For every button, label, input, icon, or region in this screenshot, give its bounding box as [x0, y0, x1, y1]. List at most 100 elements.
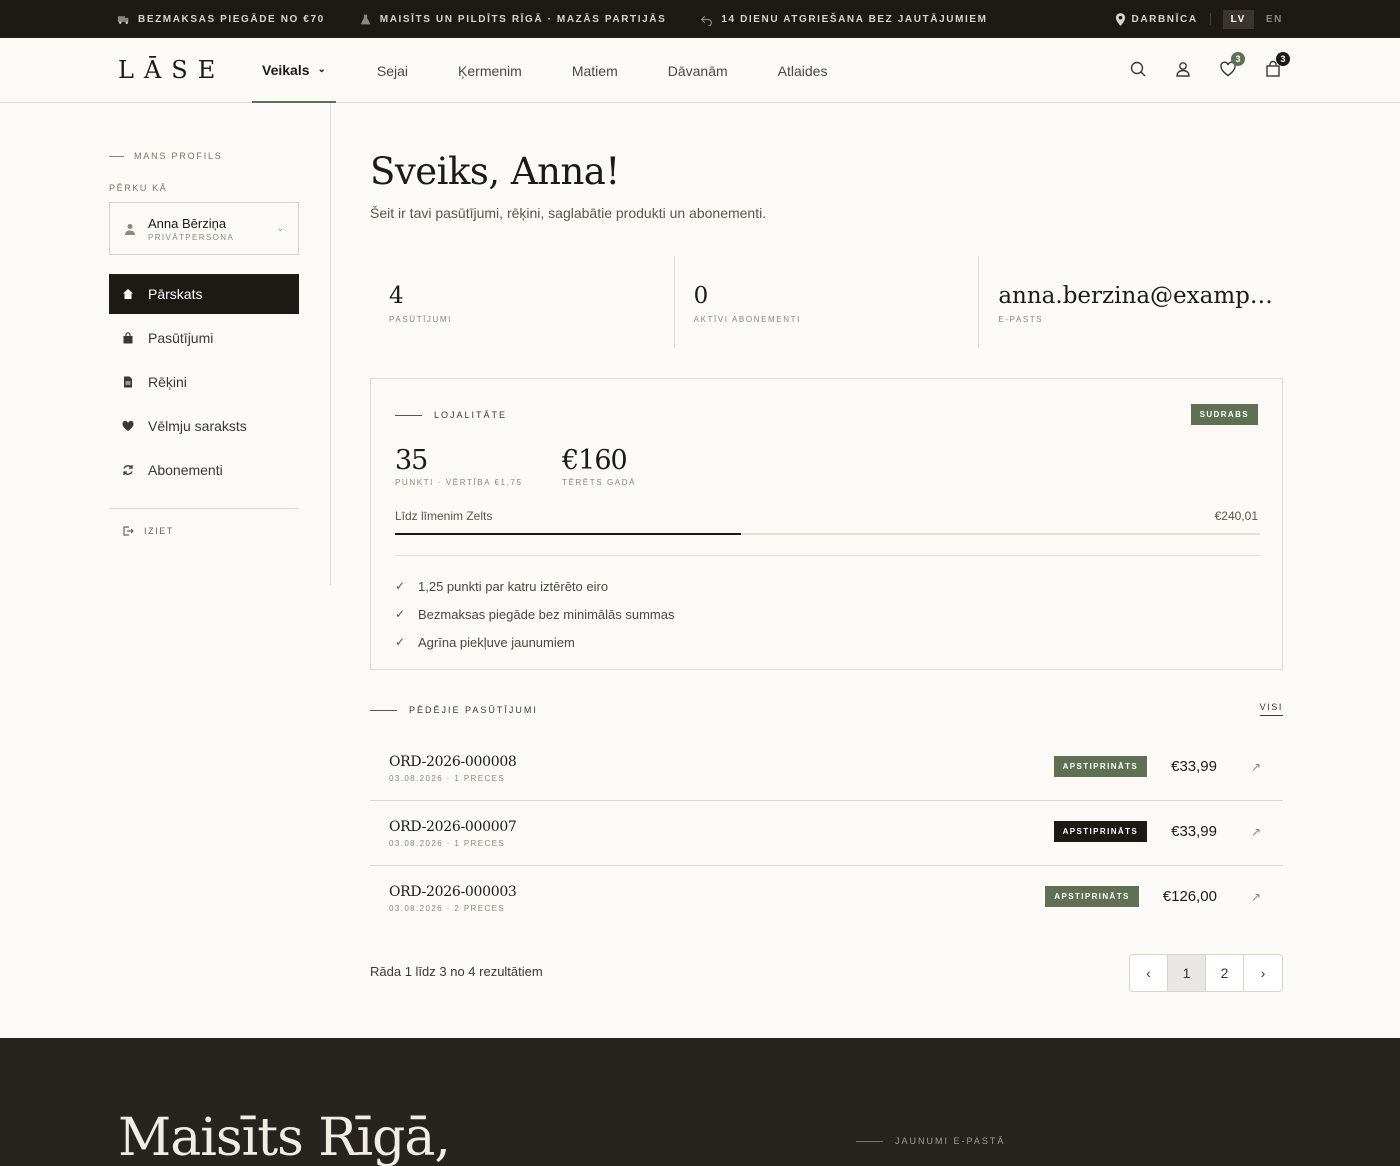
- view-all-orders-link[interactable]: VISI: [1259, 702, 1283, 716]
- home-icon: [123, 289, 133, 299]
- lang-en[interactable]: EN: [1266, 14, 1283, 25]
- nav-hair[interactable]: Matiem: [547, 38, 643, 103]
- profile-type: PRIVĀTPERSONA: [148, 232, 235, 242]
- stat-orders: 4 PASŪTĪJUMI: [370, 256, 675, 348]
- footer-headline: Maisīts Rīgā,: [118, 1108, 451, 1166]
- status-badge: APSTIPRINĀTS: [1045, 886, 1139, 907]
- workshop-link[interactable]: DARBNĪCA: [1115, 12, 1198, 26]
- profile-name: Anna Bērziņa: [148, 215, 227, 231]
- bag-icon: [123, 332, 133, 344]
- logo[interactable]: LĀSE: [118, 56, 225, 84]
- label-dash: [856, 1140, 883, 1142]
- wishlist-button[interactable]: 3: [1219, 52, 1245, 80]
- sidebar-item-invoices[interactable]: Rēķini: [109, 362, 299, 402]
- chevron-left-icon: ‹: [1146, 965, 1151, 981]
- account-sidebar: MANS PROFILS PĒRKU KĀ Anna Bērziņa PRIVĀ…: [109, 103, 331, 585]
- status-badge: APSTIPRINĀTS: [1053, 756, 1148, 777]
- list-item: ✓ Bezmaksas piegāde bez minimālās summas: [395, 606, 675, 622]
- check-icon: ✓: [395, 607, 406, 621]
- page-subtitle: Šeit ir tavi pasūtījumi, rēķini, saglabā…: [370, 205, 767, 221]
- nav-shop[interactable]: Veikals ⌄: [252, 38, 336, 103]
- order-meta: 03.08.2026 · 2 PRECES: [389, 904, 506, 913]
- arrow-up-right-icon[interactable]: ↗: [1251, 890, 1261, 904]
- lang-lv[interactable]: LV: [1222, 9, 1254, 29]
- prev-page-button[interactable]: ‹: [1130, 955, 1168, 991]
- sidebar-item-orders[interactable]: Pasūtījumi: [109, 318, 299, 358]
- search-icon: [1130, 61, 1146, 77]
- recent-orders-title: PĒDĒJIE PASŪTĪJUMI: [370, 705, 1283, 715]
- list-item: ✓ Agrīna piekļuve jaunumiem: [395, 634, 575, 650]
- results-count: Rāda 1 līdz 3 no 4 rezultātiem: [370, 964, 543, 979]
- status-badge: APSTIPRINĀTS: [1053, 821, 1148, 842]
- order-price: €33,99: [1171, 823, 1217, 840]
- account-menu: Pārskats Pasūtījumi Rēķini Vēlmju saraks…: [109, 274, 299, 494]
- loyalty-card: LOJALITĀTE SUDRABS 35 PUNKTI · VĒRTĪBA €…: [370, 378, 1283, 670]
- progress-fill: [395, 533, 741, 535]
- cart-button[interactable]: 3: [1264, 52, 1290, 80]
- label-dash: [109, 155, 124, 157]
- perks-list: ✓ 1,25 punkti par katru iztērēto eiro ✓ Be…: [395, 572, 675, 656]
- page-2-button[interactable]: 2: [1206, 955, 1244, 991]
- arrow-up-right-icon[interactable]: ↗: [1251, 760, 1261, 774]
- table-row[interactable]: ORD-2026-000003 03.08.2026 · 2 PRECES AP…: [370, 866, 1283, 931]
- order-price: €126,00: [1162, 888, 1217, 905]
- logout-button[interactable]: IZIET: [122, 525, 174, 537]
- loyalty-divider: [395, 555, 1260, 556]
- label-dash: [370, 709, 397, 711]
- sidebar-item-subscriptions[interactable]: Abonementi: [109, 450, 299, 490]
- nav-sale[interactable]: Atlaides: [753, 38, 853, 103]
- order-meta: 03.08.2026 · 1 PRECES: [389, 774, 506, 783]
- loyalty-spent: €160 TĒRĒTS GADĀ: [562, 445, 637, 487]
- progress-bar: [395, 533, 1260, 535]
- truck-icon: [117, 15, 129, 24]
- order-meta: 03.08.2026 · 1 PRECES: [389, 839, 506, 848]
- chevron-right-icon: ›: [1260, 965, 1266, 981]
- site-footer: Maisīts Rīgā, JAUNUMI E-PASTĀ: [0, 1038, 1400, 1166]
- refresh-icon: [123, 465, 133, 475]
- check-icon: ✓: [395, 635, 406, 649]
- document-icon: [124, 376, 132, 388]
- recent-orders-header: PĒDĒJIE PASŪTĪJUMI VISI: [370, 702, 1283, 716]
- arrow-up-right-icon[interactable]: ↗: [1251, 825, 1261, 839]
- buy-as-label: PĒRKU KĀ: [109, 183, 168, 193]
- orders-list: ORD-2026-000008 03.08.2026 · 1 PRECES AP…: [370, 736, 1283, 931]
- page-title: Sveiks, Anna!: [370, 150, 620, 193]
- chevron-down-icon: ⌄: [276, 223, 284, 233]
- sidebar-item-wishlist[interactable]: Vēlmju saraksts: [109, 406, 299, 446]
- check-icon: ✓: [395, 579, 406, 593]
- nav-face[interactable]: Sejai: [352, 38, 433, 103]
- wishlist-count-badge: 3: [1231, 52, 1245, 66]
- next-page-button[interactable]: ›: [1244, 955, 1282, 991]
- heart-icon: [122, 420, 134, 431]
- loyalty-points: 35 PUNKTI · VĒRTĪBA €1,75: [395, 445, 523, 487]
- nav-body[interactable]: Ķermenim: [433, 38, 547, 103]
- order-id: ORD-2026-000008: [389, 754, 517, 770]
- progress-amount: €240,01: [1214, 509, 1258, 523]
- announcement-free-shipping: BEZMAKSAS PIEGĀDE NO €70: [117, 13, 325, 26]
- sidebar-item-overview[interactable]: Pārskats: [109, 274, 299, 314]
- tier-badge: SUDRABS: [1190, 404, 1258, 425]
- table-row[interactable]: ORD-2026-000007 03.08.2026 · 1 PRECES AP…: [370, 801, 1283, 866]
- stat-email: anna.berzina@exampl... E-PASTS: [998, 283, 1279, 324]
- search-button[interactable]: [1129, 58, 1147, 80]
- table-row[interactable]: ORD-2026-000008 03.08.2026 · 1 PRECES AP…: [370, 736, 1283, 801]
- flask-icon: [360, 14, 371, 24]
- label-dash: [395, 414, 422, 416]
- page-1-button[interactable]: 1: [1168, 955, 1206, 991]
- sidebar-divider: [109, 508, 299, 509]
- order-id: ORD-2026-000003: [389, 884, 517, 900]
- account-button[interactable]: [1174, 58, 1192, 80]
- order-price: €33,99: [1171, 758, 1217, 775]
- logout-icon: [123, 526, 134, 536]
- sidebar-section-label: MANS PROFILS: [109, 151, 223, 161]
- list-item: ✓ 1,25 punkti par katru iztērēto eiro: [395, 578, 609, 594]
- announcement-bar: BEZMAKSAS PIEGĀDE NO €70 MAISĪTS UN PILD…: [0, 0, 1400, 38]
- nav-gifts[interactable]: Dāvanām: [643, 38, 753, 103]
- site-header: LĀSE Veikals ⌄ Sejai Ķermenim Matiem Dāva…: [0, 38, 1400, 103]
- announcement-returns: 14 DIENU ATGRIEŠANA BEZ JAUTĀJUMIEM: [700, 13, 987, 26]
- return-arrow-icon: [701, 15, 713, 26]
- divider: [1209, 13, 1211, 25]
- stat-subscriptions: 0 AKTĪVI ABONEMENTI: [675, 256, 980, 348]
- profile-select[interactable]: Anna Bērziņa PRIVĀTPERSONA ⌄: [109, 202, 299, 255]
- stats-row: 4 PASŪTĪJUMI 0 AKTĪVI ABONEMENTI anna.be…: [370, 256, 1283, 348]
